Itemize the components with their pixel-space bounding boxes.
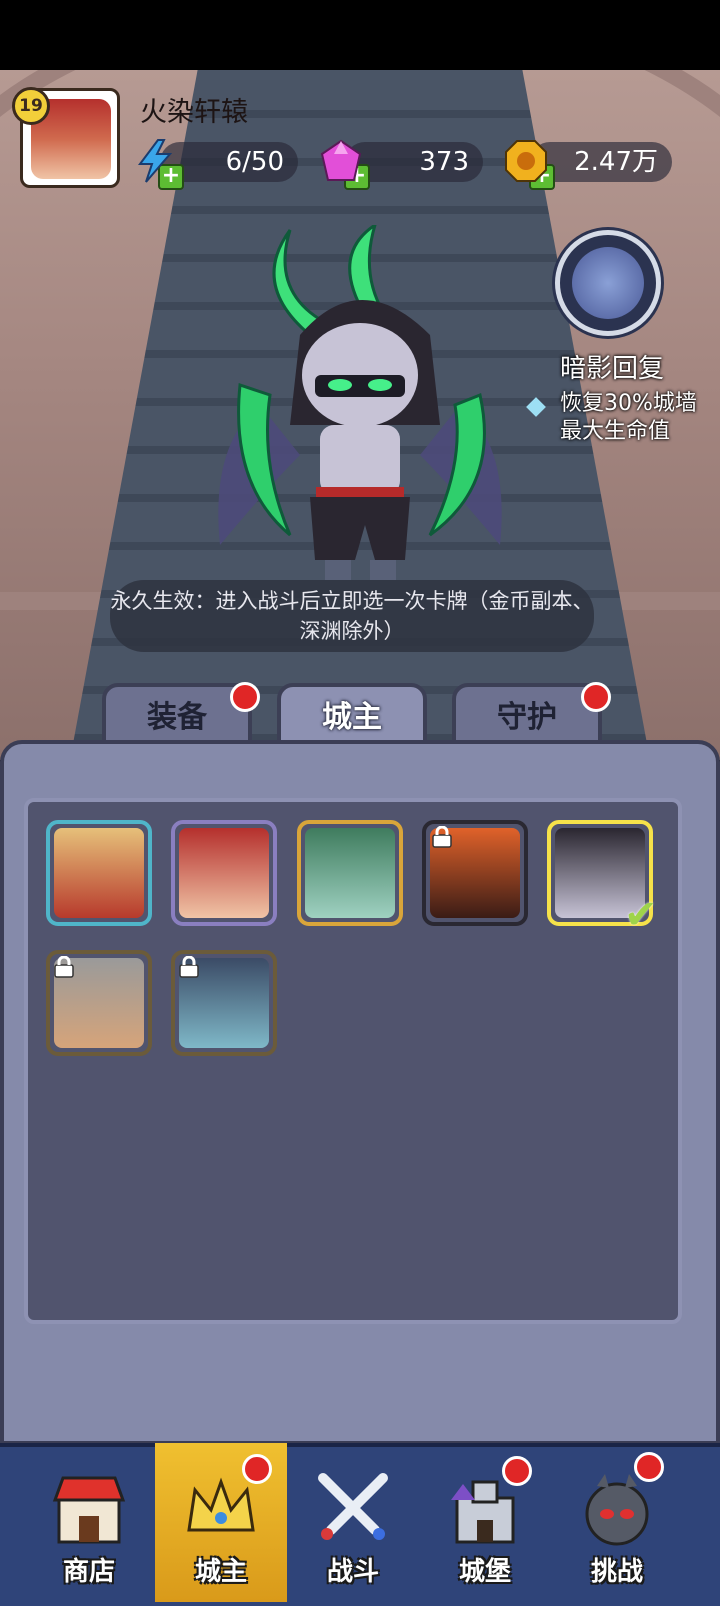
demon-mask-icon: [572, 247, 644, 319]
nav-shop[interactable]: 商店: [24, 1448, 154, 1598]
nav-battle-label: 战斗: [326, 1557, 379, 1587]
lord-portrait: [305, 828, 395, 918]
tab-guard-badge: [581, 682, 611, 712]
nav-castle-badge: [502, 1456, 532, 1486]
shop-icon: [52, 1476, 126, 1544]
nav-castle-label: 城堡: [458, 1557, 511, 1587]
skill-shadow-recovery-button[interactable]: [555, 230, 661, 336]
lock-icon: [179, 956, 199, 978]
nav-challenge-badge: [634, 1452, 664, 1482]
nav-battle[interactable]: 战斗: [288, 1448, 418, 1598]
skill-name: 暗影回复: [560, 354, 665, 384]
lord-card-blonde-elf[interactable]: [46, 820, 152, 926]
tab-equipment-badge: [230, 682, 260, 712]
lord-character-illidan: [218, 225, 502, 580]
nav-castle[interactable]: 城堡: [420, 1448, 550, 1598]
crossed-swords-icon: [318, 1473, 388, 1540]
lord-portrait: [54, 828, 144, 918]
skill-description: 恢复30%城墙最大生命值: [560, 391, 697, 444]
lock-icon: [54, 956, 74, 978]
gold-coin-icon[interactable]: [503, 138, 549, 184]
lord-card-red-hair-elf[interactable]: [171, 820, 277, 926]
lord-card-green-elf[interactable]: [297, 820, 403, 926]
energy-bolt-icon[interactable]: [132, 138, 178, 184]
nav-lord-badge: [242, 1454, 272, 1484]
lord-portrait: [179, 828, 269, 918]
nav-lord[interactable]: 城主: [156, 1448, 286, 1598]
nav-challenge-label: 挑战: [590, 1557, 643, 1587]
passive-effect-text: 永久生效：进入战斗后立即选一次卡牌（金币副本、深渊除外）: [110, 580, 594, 652]
player-name: 火染轩辕: [140, 97, 248, 128]
nav-shop-label: 商店: [62, 1557, 115, 1587]
player-level-badge: 19: [12, 87, 50, 125]
lock-icon: [432, 826, 452, 848]
selected-check-icon: ✔: [624, 892, 658, 938]
status-bar: [0, 0, 720, 70]
nav-lord-label: 城主: [194, 1557, 247, 1587]
nav-challenge[interactable]: 挑战: [552, 1448, 682, 1598]
gem-icon[interactable]: [318, 138, 364, 184]
